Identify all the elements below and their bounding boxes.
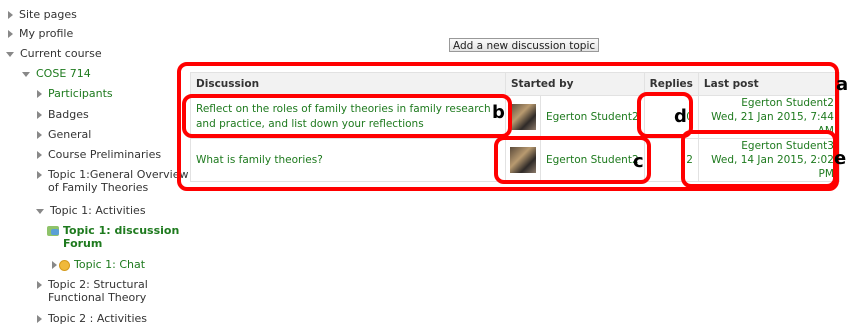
highlight-box-discussion <box>182 94 512 138</box>
nav-forum-label: Topic 1: discussion <box>63 224 180 237</box>
nav-topic2-label-2: Functional Theory <box>48 291 147 304</box>
annotation-label-b: b <box>492 102 505 123</box>
nav-chat-label: Topic 1: Chat <box>74 258 146 271</box>
nav-course-prelim-label: Course Preliminaries <box>48 148 162 161</box>
nav-current-course[interactable]: Current course <box>6 47 102 60</box>
collapse-arrow-icon <box>6 51 14 57</box>
expand-arrow-icon <box>52 261 57 269</box>
annotation-label-d: d <box>674 106 687 127</box>
nav-topic2-activities-label: Topic 2 : Activities <box>48 312 148 325</box>
nav-chat[interactable]: Topic 1: Chat <box>52 258 145 271</box>
nav-topic1-activities-label: Topic 1: Activities <box>50 204 146 217</box>
nav-topic1-overview[interactable]: Topic 1:General Overview <box>37 168 189 181</box>
nav-topic2-activities[interactable]: Topic 2 : Activities <box>37 312 147 325</box>
nav-course-prelim[interactable]: Course Preliminaries <box>37 148 161 161</box>
nav-forum-label-2: Forum <box>63 237 103 250</box>
nav-participants-label: Participants <box>48 87 113 100</box>
nav-my-profile-label: My profile <box>19 27 74 40</box>
nav-forum[interactable]: Topic 1: discussion <box>47 224 179 237</box>
nav-current-course-label: Current course <box>20 47 102 60</box>
nav-my-profile[interactable]: My profile <box>8 27 73 40</box>
nav-site-pages[interactable]: Site pages <box>8 8 77 21</box>
expand-arrow-icon <box>8 30 13 38</box>
nav-general-label: General <box>48 128 92 141</box>
highlight-box-last-post <box>681 130 837 188</box>
annotation-label-a: a <box>836 74 848 95</box>
collapse-arrow-icon <box>22 71 30 77</box>
annotation-label-e: e <box>834 148 847 169</box>
nav-badges-label: Badges <box>48 108 89 121</box>
chat-icon <box>59 259 70 271</box>
expand-arrow-icon <box>37 171 42 179</box>
forum-icon <box>47 226 59 236</box>
expand-arrow-icon <box>37 111 42 119</box>
nav-general[interactable]: General <box>37 128 91 141</box>
collapse-arrow-icon <box>36 208 44 214</box>
nav-topic2[interactable]: Topic 2: Structural <box>37 278 148 291</box>
expand-arrow-icon <box>37 151 42 159</box>
nav-site-pages-label: Site pages <box>19 8 77 21</box>
expand-arrow-icon <box>37 281 42 289</box>
nav-topic1-overview-label-2: of Family Theories <box>48 181 149 194</box>
add-discussion-button[interactable]: Add a new discussion topic <box>449 38 600 52</box>
annotation-label-c: c <box>633 151 644 172</box>
expand-arrow-icon <box>37 90 42 98</box>
nav-topic1-overview-label: Topic 1:General Overview <box>48 168 189 181</box>
nav-course-label: COSE 714 <box>36 67 91 80</box>
nav-badges[interactable]: Badges <box>37 108 89 121</box>
nav-topic2-label: Topic 2: Structural <box>48 278 148 291</box>
nav-course[interactable]: COSE 714 <box>22 67 91 80</box>
expand-arrow-icon <box>37 131 42 139</box>
nav-topic1-activities[interactable]: Topic 1: Activities <box>36 204 146 217</box>
highlight-box-started-by <box>494 136 651 184</box>
expand-arrow-icon <box>8 11 13 19</box>
nav-participants[interactable]: Participants <box>37 87 113 100</box>
